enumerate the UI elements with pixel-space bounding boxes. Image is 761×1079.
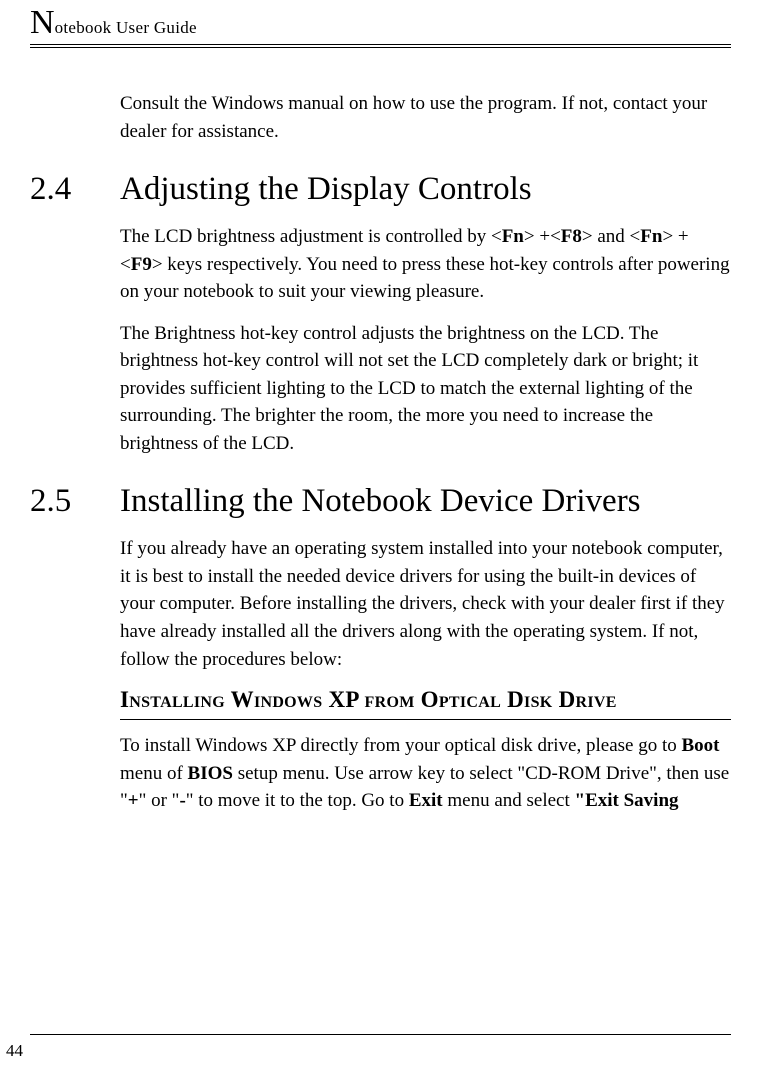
section-number: 2.4 (30, 171, 110, 209)
text-run: Fn (502, 226, 524, 247)
text-run: The Brightness hot-key control adjusts t… (120, 323, 698, 454)
text-run: + (128, 790, 139, 811)
footer-rule (30, 1034, 731, 1035)
page-number: 44 (6, 1041, 731, 1061)
header-dropcap: N (30, 4, 55, 41)
header-title: otebook User Guide (55, 18, 197, 37)
header-rule-thick (30, 44, 731, 45)
text-run: Boot (681, 735, 719, 756)
text-run: > +< (524, 226, 561, 247)
section-title: Installing the Notebook Device Drivers (120, 483, 731, 521)
section-2-5: 2.5 Installing the Notebook Device Drive… (120, 483, 731, 521)
body-paragraph: To install Windows XP directly from your… (120, 732, 731, 815)
body-paragraph: If you already have an operating system … (120, 535, 731, 673)
text-run: F9 (131, 254, 152, 275)
subsection-heading-block: Installing Windows XP from Optical Disk … (120, 687, 731, 720)
text-run: The LCD brightness adjustment is control… (120, 226, 502, 247)
text-run: F8 (561, 226, 582, 247)
intro-paragraph: Consult the Windows manual on how to use… (120, 90, 731, 145)
body-paragraph: The LCD brightness adjustment is control… (120, 223, 731, 306)
text-run: If you already have an operating system … (120, 538, 725, 669)
text-run: Fn (640, 226, 662, 247)
text-run: menu and select (443, 790, 575, 811)
text-run: > and < (582, 226, 640, 247)
subsection-heading: Installing Windows XP from Optical Disk … (120, 687, 731, 715)
page: Notebook User Guide Consult the Windows … (0, 0, 761, 1079)
section-number: 2.5 (30, 483, 110, 521)
running-header: Notebook User Guide (30, 6, 731, 40)
text-run: " to move it to the top. Go to (186, 790, 409, 811)
text-run: " or " (139, 790, 180, 811)
section-2-4: 2.4 Adjusting the Display Controls (120, 171, 731, 209)
text-run: > keys respectively. You need to press t… (120, 254, 730, 303)
text-run: menu of (120, 763, 188, 784)
section-title: Adjusting the Display Controls (120, 171, 731, 209)
body-paragraph: The Brightness hot-key control adjusts t… (120, 320, 731, 458)
text-run: Exit (409, 790, 443, 811)
text-run: To install Windows XP directly from your… (120, 735, 681, 756)
text-run: "Exit Saving (575, 790, 679, 811)
text-run: BIOS (188, 763, 233, 784)
subsection-rule (120, 719, 731, 720)
body-content: Consult the Windows manual on how to use… (120, 48, 731, 815)
page-footer: 44 (30, 1034, 731, 1061)
